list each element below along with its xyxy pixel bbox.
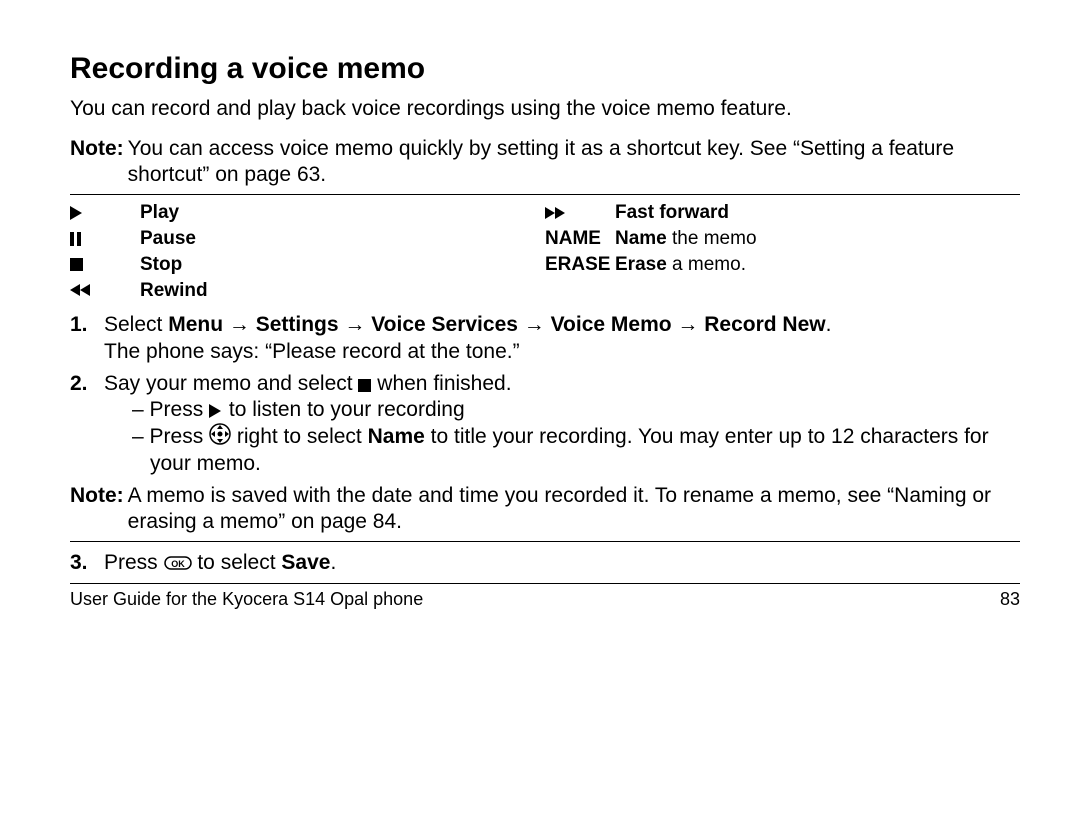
stop-label: Stop [140,253,182,277]
play-icon [70,206,140,220]
name-key: NAME [545,227,615,251]
ff-label: Fast forward [615,201,729,225]
erase-key: ERASE [545,253,615,277]
substep: – Press to listen to your recording [132,397,1020,423]
intro-text: You can record and play back voice recor… [70,96,1020,122]
pause-icon [70,232,140,246]
divider [70,541,1020,542]
nav-icon [209,423,231,445]
footer-left: User Guide for the Kyocera S14 Opal phon… [70,588,423,611]
rewind-label: Rewind [140,279,208,303]
erase-text: Erase a memo. [615,253,746,277]
rewind-icon [70,284,140,296]
ok-icon [164,555,192,571]
steps-list-cont: 3. Press to select Save. [70,550,1020,576]
note-body: You can access voice memo quickly by set… [128,136,1020,189]
note-label: Note: [70,136,124,189]
stop-icon [70,258,140,271]
note-body: A memo is saved with the date and time y… [128,483,1020,536]
pause-label: Pause [140,227,196,251]
page-number: 83 [1000,588,1020,611]
stop-icon [358,379,371,392]
name-text: Name the memo [615,227,757,251]
divider [70,583,1020,584]
divider [70,194,1020,195]
note-2: Note: A memo is saved with the date and … [70,483,1020,536]
step-1: 1. Select Menu → Settings → Voice Servic… [70,312,1020,365]
play-icon [209,404,223,418]
page-title: Recording a voice memo [70,50,1020,88]
ff-icon [545,207,615,219]
substep: – Press right to select Name to title yo… [132,423,1020,477]
note-1: Note: You can access voice memo quickly … [70,136,1020,189]
step-2: 2. Say your memo and select when finishe… [70,371,1020,477]
note-label: Note: [70,483,124,536]
play-label: Play [140,201,179,225]
page-footer: User Guide for the Kyocera S14 Opal phon… [70,588,1020,611]
steps-list: 1. Select Menu → Settings → Voice Servic… [70,312,1020,477]
icon-legend: Play Pause Stop Rewind Fast forward NAME… [70,199,1020,304]
step-3: 3. Press to select Save. [70,550,1020,576]
